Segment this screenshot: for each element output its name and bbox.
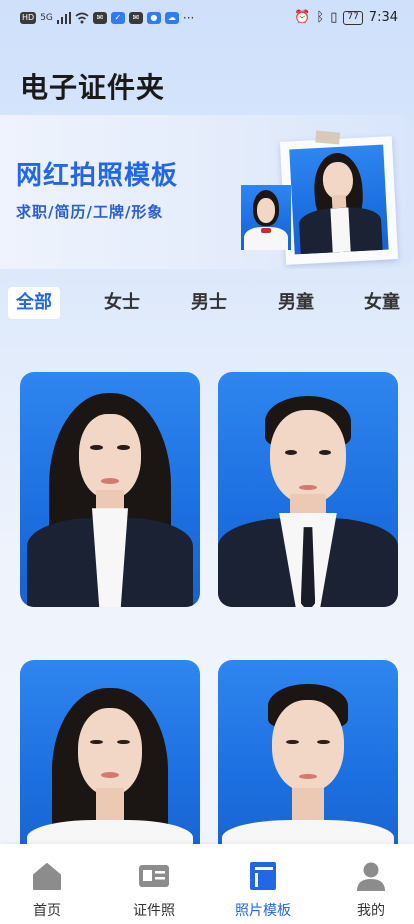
id-card-icon (139, 865, 169, 887)
nav-item-profile[interactable]: 我的 (331, 844, 411, 924)
bottom-navigation: 首页 证件照 照片模板 我的 (0, 844, 414, 924)
nav-label-home: 首页 (33, 903, 61, 919)
banner-title: 网红拍照模板 (16, 161, 179, 191)
shield-icon: ✓ (110, 12, 125, 24)
portrait-image (20, 372, 200, 607)
vibrate-icon: ▯ (330, 10, 338, 25)
status-bar: HD 5G ✉ ✓ ✉ ● ☁ ··· ⏰ ᛒ ▯ 77 7:34 (0, 0, 414, 38)
nav-label-id-photo: 证件照 (133, 903, 175, 919)
template-card-man-1[interactable] (218, 372, 398, 607)
nav-item-id-photo[interactable]: 证件照 (114, 844, 194, 924)
girl-portrait-image (241, 185, 291, 250)
mail-icon-2: ✉ (128, 12, 143, 24)
user-icon (357, 862, 385, 891)
nav-item-home[interactable]: 首页 (7, 844, 87, 924)
category-tabs: 全部 女士 男士 男童 女童 (0, 287, 414, 321)
status-right: ⏰ ᛒ ▯ 77 7:34 (294, 10, 398, 25)
home-icon (33, 863, 61, 890)
nav-label-profile: 我的 (357, 903, 385, 919)
tape-decoration (315, 130, 341, 145)
woman-portrait-image (289, 144, 389, 255)
tab-women[interactable]: 女士 (100, 287, 144, 319)
nav-label-templates: 照片模板 (235, 903, 291, 919)
signal-icon (56, 12, 71, 24)
tab-boys[interactable]: 男童 (274, 287, 318, 319)
network-type: 5G (40, 13, 53, 23)
tab-girls[interactable]: 女童 (360, 287, 404, 319)
portrait-image (218, 372, 398, 607)
nav-item-templates[interactable]: 照片模板 (223, 844, 303, 924)
tab-men[interactable]: 男士 (187, 287, 231, 319)
template-card-woman-2[interactable] (20, 660, 200, 860)
template-card-woman-1[interactable] (20, 372, 200, 607)
hd-indicator: HD (20, 12, 37, 24)
banner-polaroid-photo (279, 130, 399, 265)
template-icon (250, 862, 276, 890)
tab-all[interactable]: 全部 (8, 287, 60, 319)
more-notifications-icon: ··· (182, 11, 195, 25)
portrait-image (218, 660, 398, 860)
bluetooth-icon: ᛒ (316, 10, 325, 25)
mail-icon: ✉ (92, 12, 107, 24)
wifi-icon (75, 12, 89, 24)
page-title: 电子证件夹 (20, 71, 166, 104)
status-left: HD 5G ✉ ✓ ✉ ● ☁ ··· (20, 12, 194, 24)
clock-time: 7:34 (368, 10, 398, 25)
battery-indicator: 77 (343, 10, 363, 25)
portrait-image (20, 660, 200, 860)
camera-app-icon: ● (146, 12, 161, 24)
banner-subtitle: 求职/简历/工牌/形象 (16, 203, 164, 221)
template-banner[interactable]: 网红拍照模板 求职/简历/工牌/形象 (0, 115, 414, 269)
template-card-man-2[interactable] (218, 660, 398, 860)
cloud-app-icon: ☁ (164, 12, 179, 24)
alarm-icon: ⏰ (294, 10, 311, 25)
